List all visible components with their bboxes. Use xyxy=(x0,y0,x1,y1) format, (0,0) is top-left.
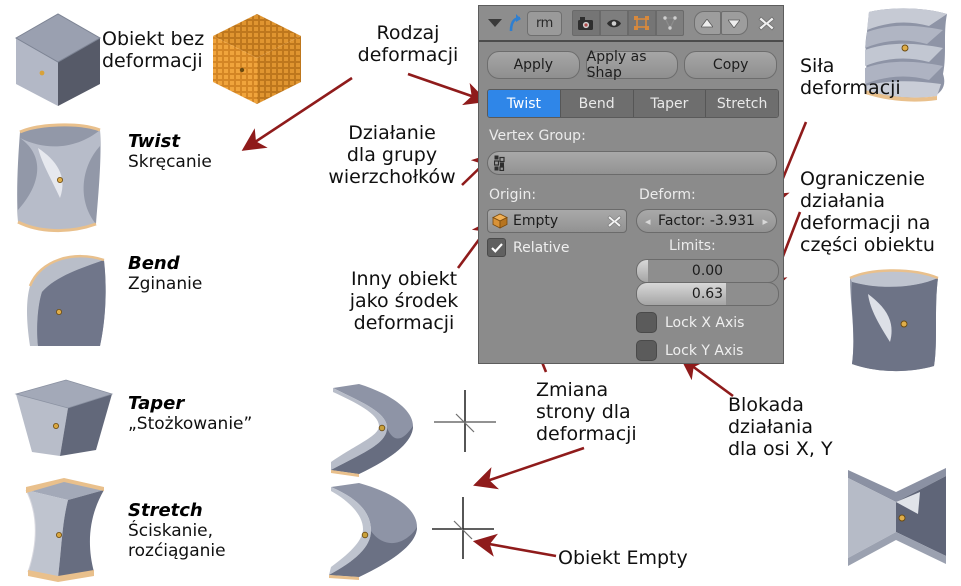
origin-label: Origin: xyxy=(489,187,537,203)
object-lock-axis-sample xyxy=(848,468,946,566)
annotation-empty-object: Obiekt Empty xyxy=(558,547,688,569)
limit-lower-value: 0.00 xyxy=(691,263,724,279)
collapse-triangle-icon[interactable] xyxy=(487,11,504,35)
label-taper-pl: „Stożkowanie” xyxy=(128,414,253,434)
origin-object-field[interactable]: Empty xyxy=(487,209,627,233)
origin-object-name: Empty xyxy=(513,213,559,229)
label-twist-pl: Skręcanie xyxy=(128,152,212,172)
object-taper-result xyxy=(14,379,114,456)
lock-x-axis-row[interactable]: Lock X Axis xyxy=(636,312,744,333)
label-stretch-en: Stretch xyxy=(128,500,203,521)
label-stretch-pl: Ściskanie, rozćiąganie xyxy=(128,521,226,562)
edit-mode-display-icon[interactable] xyxy=(627,10,656,36)
annotation-limit-deform: Ograniczenie działania deformacji na czę… xyxy=(800,168,935,257)
object-bend-side-sample-top xyxy=(331,384,413,477)
tab-stretch[interactable]: Stretch xyxy=(706,90,778,117)
factor-value: Factor: -3.931 xyxy=(658,213,755,229)
vertex-group-icon xyxy=(494,155,510,171)
vertex-group-label: Vertex Group: xyxy=(489,128,586,144)
move-down-icon[interactable] xyxy=(720,11,748,35)
empty-object-crosshair-bottom xyxy=(432,497,494,559)
relative-checkbox[interactable] xyxy=(487,238,506,257)
label-bend-pl: Zginanie xyxy=(128,274,203,294)
modifier-curve-icon xyxy=(508,11,523,35)
lock-y-axis-checkbox[interactable] xyxy=(636,340,657,361)
factor-decrease-arrow-icon[interactable]: ◂ xyxy=(645,215,651,228)
lock-y-axis-row[interactable]: Lock Y Axis xyxy=(636,340,743,361)
modifier-name-field[interactable]: rm xyxy=(526,10,562,36)
limit-lower-fill xyxy=(637,260,649,282)
tab-twist[interactable]: Twist xyxy=(488,90,561,117)
annotation-other-object-center: Inny obiekt jako środek deformacji xyxy=(349,268,459,335)
modifier-panel: rm Apply Apply as Shap Copy Twist Bend T… xyxy=(478,5,784,364)
limits-label: Limits: xyxy=(669,238,716,254)
annotation-deform-type: Rodzaj deformacji xyxy=(357,22,459,67)
modifier-action-buttons: Apply Apply as Shap Copy xyxy=(487,49,778,81)
move-up-icon[interactable] xyxy=(693,11,721,35)
label-bend: Bend Zginanie xyxy=(128,253,202,294)
cage-display-icon[interactable] xyxy=(655,10,684,36)
limit-upper-value: 0.63 xyxy=(691,286,724,302)
annotation-side-change: Zmiana strony dla deformacji xyxy=(536,379,637,446)
label-twist-en: Twist xyxy=(128,131,180,152)
tab-taper[interactable]: Taper xyxy=(633,90,707,117)
lock-x-axis-checkbox[interactable] xyxy=(636,312,657,333)
object-stretch-result xyxy=(25,478,104,582)
label-no-deformation: Obiekt bez deformacji xyxy=(102,28,205,73)
tab-bend[interactable]: Bend xyxy=(560,90,634,117)
apply-button[interactable]: Apply xyxy=(487,51,580,79)
move-modifier-group xyxy=(693,11,748,35)
limit-upper-slider[interactable]: 0.63 xyxy=(636,282,779,306)
object-bend-result xyxy=(27,255,106,346)
factor-increase-arrow-icon[interactable]: ▸ xyxy=(762,215,768,228)
deform-type-tabs: Twist Bend Taper Stretch xyxy=(487,89,779,118)
label-bend-en: Bend xyxy=(128,253,180,274)
vertex-group-input[interactable] xyxy=(487,151,777,175)
object-bend-side-sample-bottom xyxy=(329,483,417,580)
relative-checkbox-row[interactable]: Relative xyxy=(487,238,569,257)
relative-label: Relative xyxy=(513,239,570,256)
label-taper-en: Taper xyxy=(128,393,185,414)
deform-label: Deform: xyxy=(639,187,696,203)
lock-y-axis-label: Lock Y Axis xyxy=(665,342,744,359)
copy-button[interactable]: Copy xyxy=(684,51,778,79)
lock-x-axis-label: Lock X Axis xyxy=(665,314,745,331)
camera-render-icon[interactable] xyxy=(571,10,600,36)
object-cube-undeformed xyxy=(14,13,102,106)
limit-lower-slider[interactable]: 0.00 xyxy=(636,259,779,283)
annotation-deform-strength: Siła deformacji xyxy=(800,55,901,100)
annotation-vertex-group-action: Działanie dla grupy wierzchołków xyxy=(328,122,456,189)
eye-visibility-icon[interactable] xyxy=(599,10,628,36)
x-clear-icon[interactable] xyxy=(607,214,622,229)
label-stretch: Stretch Ściskanie, rozćiąganie xyxy=(128,500,226,561)
display-toggle-group xyxy=(571,10,684,36)
object-bend-limit-sample xyxy=(849,269,939,372)
annotation-axis-lock: Blokada działania dla osi X, Y xyxy=(728,394,833,461)
modifier-panel-header: rm xyxy=(479,6,783,42)
empty-object-crosshair-top xyxy=(434,390,496,452)
apply-as-shape-button[interactable]: Apply as Shap xyxy=(585,49,679,81)
deform-factor-field[interactable]: ◂ Factor: -3.931 ▸ xyxy=(636,209,777,233)
object-twist-result xyxy=(17,123,101,232)
object-cube-icon xyxy=(492,213,508,229)
label-twist: Twist Skręcanie xyxy=(128,131,212,172)
close-icon[interactable] xyxy=(758,11,775,35)
label-taper: Taper „Stożkowanie” xyxy=(128,393,252,434)
